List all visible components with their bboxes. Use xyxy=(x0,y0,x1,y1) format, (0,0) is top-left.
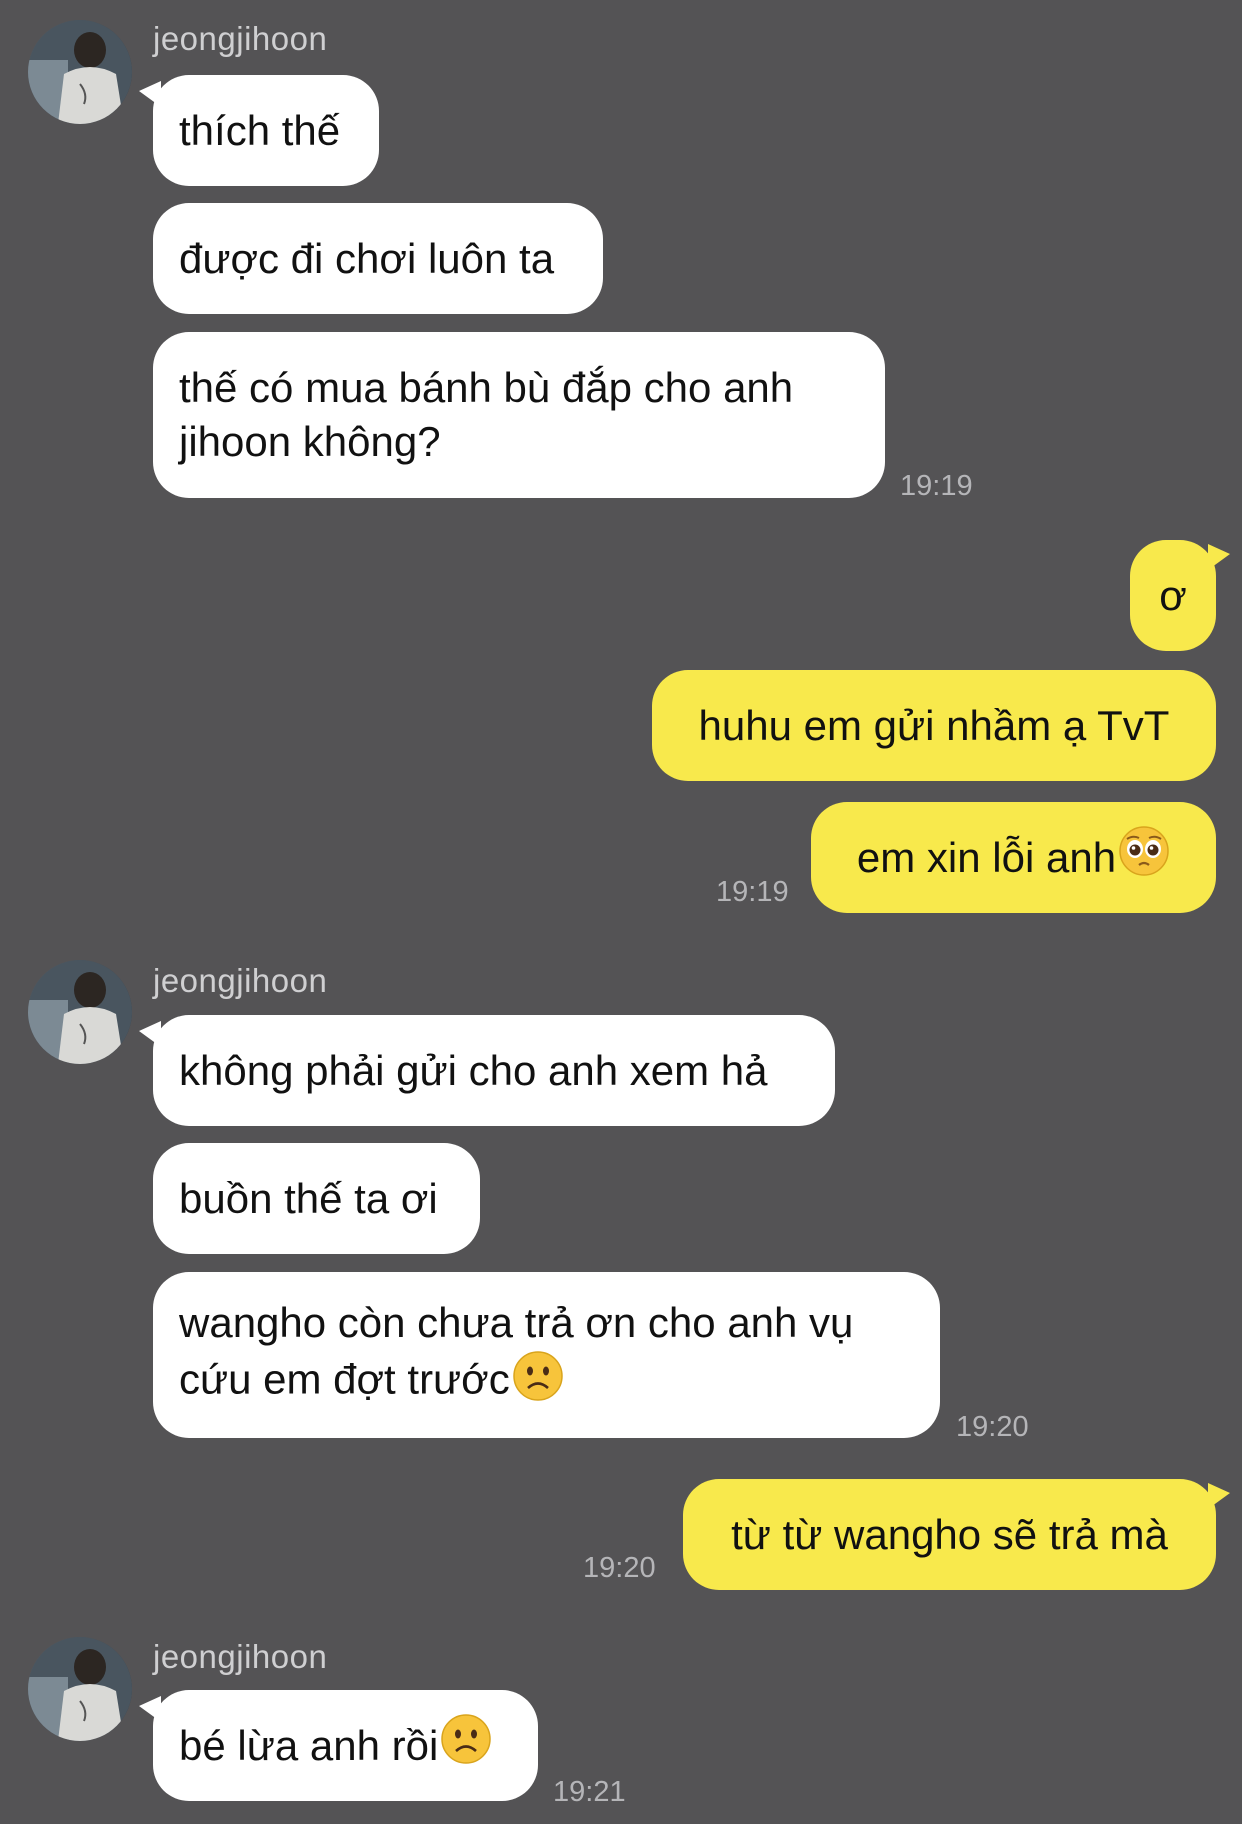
message-timestamp: 19:19 xyxy=(716,876,789,908)
message-bubble[interactable]: wangho còn chưa trả ơn cho anh vụ cứu em… xyxy=(153,1272,940,1438)
message-text: thích thế xyxy=(179,106,341,154)
message-bubble[interactable]: em xin lỗi anh xyxy=(811,802,1216,913)
avatar-photo-icon xyxy=(28,1637,132,1741)
message-bubble[interactable]: từ từ wangho sẽ trả mà xyxy=(683,1479,1230,1590)
message-text: ơ xyxy=(1159,571,1187,619)
message-bubble[interactable]: huhu em gửi nhầm ạ TvT xyxy=(652,670,1216,781)
message-timestamp: 19:19 xyxy=(900,470,973,502)
message-text: buồn thế ta ơi xyxy=(179,1174,438,1222)
message-text: từ từ wangho sẽ trả mà xyxy=(731,1510,1168,1558)
message-timestamp: 19:20 xyxy=(583,1552,656,1584)
avatar[interactable] xyxy=(28,960,132,1064)
avatar-photo-icon xyxy=(28,960,132,1064)
message-text: không phải gửi cho anh xem hả xyxy=(179,1046,768,1094)
avatar[interactable] xyxy=(28,20,132,124)
frowning-face-icon xyxy=(512,1350,564,1415)
message-text: được đi chơi luôn ta xyxy=(179,234,555,282)
pleading-face-icon xyxy=(1118,825,1170,890)
sender-name: jeongjihoon xyxy=(153,20,328,57)
message-bubble[interactable]: ơ xyxy=(1130,540,1230,651)
avatar-photo-icon xyxy=(28,20,132,124)
sender-name: jeongjihoon xyxy=(153,962,328,999)
message-text: huhu em gửi nhầm ạ TvT xyxy=(698,701,1170,749)
message-bubble[interactable]: thích thế xyxy=(139,75,379,186)
message-bubble[interactable]: không phải gửi cho anh xem hả xyxy=(139,1015,835,1126)
message-bubble[interactable]: bé lừa anh rồi xyxy=(139,1690,538,1801)
message-bubble[interactable]: buồn thế ta ơi xyxy=(153,1143,480,1254)
frowning-face-icon xyxy=(440,1713,492,1778)
message-timestamp: 19:20 xyxy=(956,1411,1029,1443)
message-text: wangho còn chưa trả ơn cho anh vụ cứu em… xyxy=(179,1296,904,1415)
message-bubble[interactable]: thế có mua bánh bù đắp cho anh jihoon kh… xyxy=(153,332,885,498)
message-text: em xin lỗi anh xyxy=(856,833,1117,881)
message-text: bé lừa anh rồi xyxy=(179,1721,439,1769)
message-timestamp: 19:21 xyxy=(553,1776,626,1808)
sender-name: jeongjihoon xyxy=(153,1638,328,1675)
message-text: thế có mua bánh bù đắp cho anh jihoon kh… xyxy=(179,364,794,465)
avatar[interactable] xyxy=(28,1637,132,1741)
message-bubble[interactable]: được đi chơi luôn ta xyxy=(153,203,603,314)
